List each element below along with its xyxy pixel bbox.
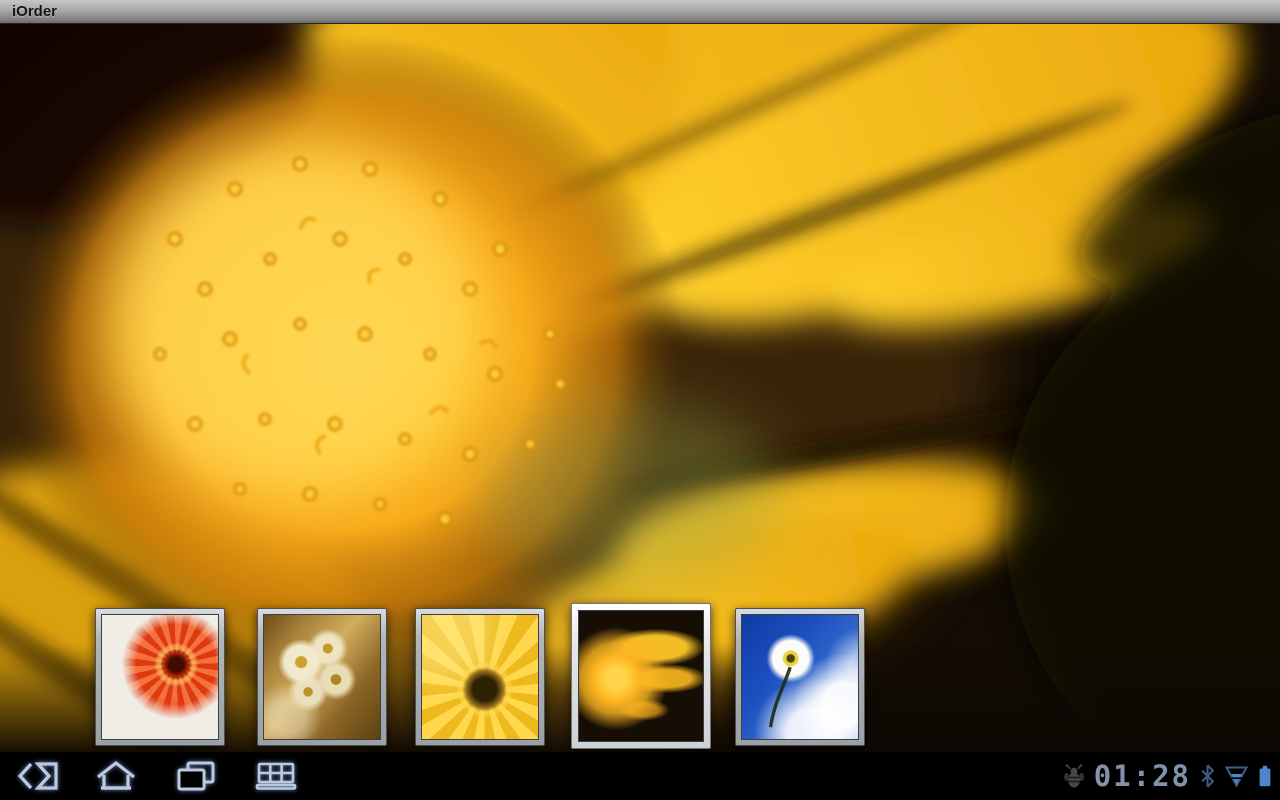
recent-apps-button[interactable] — [172, 756, 220, 796]
title-bar: iOrder — [0, 0, 1280, 24]
recent-apps-icon — [172, 758, 220, 794]
daisy-stem-graphic — [742, 615, 858, 739]
screenshot-grid-button[interactable] — [252, 756, 300, 796]
thumbnail-sky-daisy-image — [741, 614, 859, 740]
signal-strength-icon — [1224, 764, 1249, 788]
back-button[interactable] — [12, 756, 60, 796]
thumbnail-red-gerbera[interactable] — [95, 608, 225, 746]
thumbnail-yellow-daisy-macro-image — [578, 610, 704, 742]
thumbnail-yellow-sunflower-image — [421, 614, 539, 740]
thumbnail-yellow-sunflower[interactable] — [415, 608, 545, 746]
app-title: iOrder — [0, 0, 57, 23]
thumbnail-sky-daisy[interactable] — [735, 608, 865, 746]
bluetooth-icon — [1200, 764, 1215, 788]
thumbnail-daisy-bouquet[interactable] — [257, 608, 387, 746]
thumbnail-red-gerbera-image — [101, 614, 219, 740]
thumbnail-yellow-daisy-macro-selected[interactable] — [571, 603, 711, 749]
status-cluster[interactable]: 01:28 — [1063, 752, 1272, 800]
system-bar: 01:28 — [0, 752, 1280, 800]
home-button[interactable] — [92, 756, 140, 796]
home-icon — [92, 758, 140, 794]
back-icon — [12, 758, 60, 794]
thumbnail-daisy-bouquet-image — [263, 614, 381, 740]
adb-bee-icon — [1063, 764, 1085, 788]
status-clock: 01:28 — [1094, 752, 1191, 800]
navigation-buttons — [12, 752, 300, 800]
screenshot-grid-icon — [252, 758, 300, 794]
battery-icon — [1258, 764, 1272, 788]
tablet-screen: iOrder — [0, 0, 1280, 800]
